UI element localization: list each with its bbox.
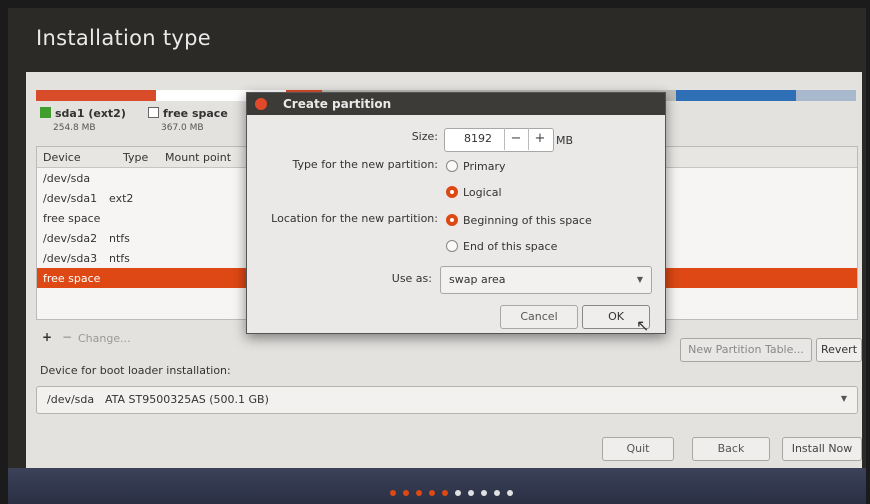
cell-type: ext2 [109,192,134,205]
legend-item-sda1: sda1 (ext2) 254.8 MB [40,107,126,133]
beginning-label: Beginning of this space [463,214,592,227]
cancel-button[interactable]: Cancel [500,305,578,329]
cell-type: ntfs [109,232,130,245]
dialog-titlebar: Create partition [247,93,665,115]
end-radio[interactable]: End of this space [446,240,557,253]
size-spinner[interactable]: 8192 − + [444,128,554,152]
cell-device: /dev/sda [43,172,91,185]
add-partition-button[interactable]: + [42,330,52,350]
radio-on-icon [446,214,458,226]
dropdown-arrow-icon: ▼ [840,394,847,403]
install-now-button[interactable]: Install Now [782,437,862,461]
column-device[interactable]: Device [43,151,81,164]
size-decrement-button[interactable]: − [504,128,527,150]
progress-dot [455,490,461,496]
radio-on-icon [446,186,458,198]
partition-segment-sda1 [36,90,156,101]
boot-loader-description: ATA ST9500325AS (500.1 GB) [105,393,269,406]
cell-device: /dev/sda1 [43,192,98,205]
progress-dot [507,490,513,496]
cell-device: /dev/sda3 [43,252,98,265]
logical-label: Logical [463,186,502,199]
page-title: Installation type [36,26,211,50]
close-icon[interactable] [255,98,267,110]
boot-loader-device: /dev/sda [47,393,95,406]
legend-size: 367.0 MB [161,123,204,133]
radio-off-icon [446,160,458,172]
progress-dot [494,490,500,496]
partition-type-label: Type for the new partition: [292,158,438,171]
boot-loader-label: Device for boot loader installation: [40,364,231,377]
progress-dot [416,490,422,496]
legend-swatch [40,107,51,118]
legend-label: free space [163,107,228,120]
partition-segment-ntfs [676,90,796,101]
end-label: End of this space [463,240,558,253]
legend-item-free: free space 367.0 MB [148,107,228,133]
partition-location-label: Location for the new partition: [271,212,438,225]
progress-dot [481,490,487,496]
revert-button[interactable]: Revert [816,338,862,362]
legend-label: sda1 (ext2) [55,107,126,120]
progress-dot [442,490,448,496]
boot-loader-select[interactable]: /dev/sda ATA ST9500325AS (500.1 GB) ▼ [36,386,858,414]
legend-size: 254.8 MB [53,123,96,133]
change-partition-button[interactable]: Change... [78,332,131,352]
cell-device: free space [43,212,101,225]
size-input[interactable]: 8192 [464,132,492,145]
column-type[interactable]: Type [123,151,148,164]
mouse-pointer-icon: ↖ [636,316,650,335]
use-as-select[interactable]: swap area ▼ [440,266,652,294]
use-as-value: swap area [449,273,506,286]
cell-device: /dev/sda2 [43,232,98,245]
partition-segment-end [796,90,856,101]
cell-device: free space [43,272,101,285]
cell-type: ntfs [109,252,130,265]
primary-label: Primary [463,160,506,173]
progress-dot [429,490,435,496]
back-button[interactable]: Back [692,437,770,461]
new-partition-table-button[interactable]: New Partition Table... [680,338,812,362]
remove-partition-button[interactable]: − [62,330,72,350]
logical-radio[interactable]: Logical [446,186,502,199]
bottom-panel [8,468,866,504]
size-unit: MB [556,134,574,147]
column-mount-point[interactable]: Mount point [165,151,231,164]
progress-dot [468,490,474,496]
dropdown-arrow-icon: ▼ [636,275,643,284]
beginning-radio[interactable]: Beginning of this space [446,214,592,227]
progress-dot [390,490,396,496]
quit-button[interactable]: Quit [602,437,674,461]
primary-radio[interactable]: Primary [446,160,506,173]
size-label: Size: [411,130,438,143]
size-increment-button[interactable]: + [528,128,551,150]
dialog-title: Create partition [283,97,392,111]
legend-swatch [148,107,159,118]
use-as-label: Use as: [391,272,432,285]
progress-dot [403,490,409,496]
radio-off-icon [446,240,458,252]
